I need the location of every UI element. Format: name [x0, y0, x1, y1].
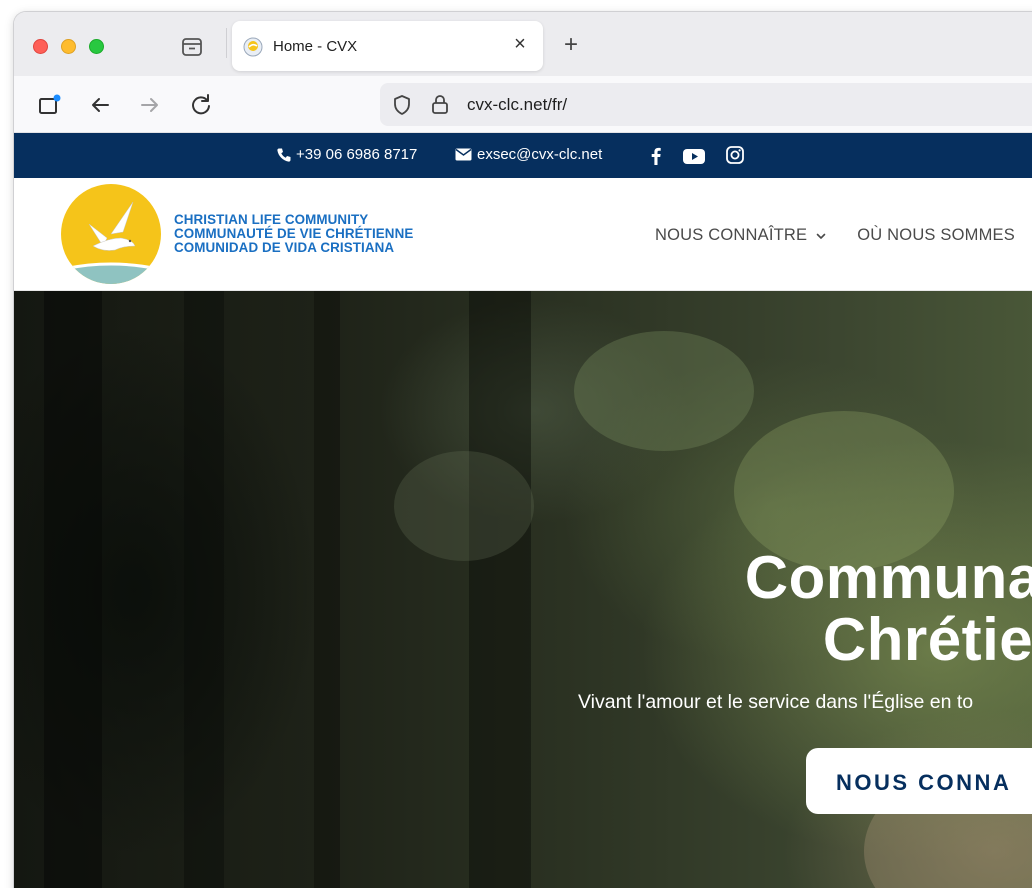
hero-title-line: Chrétie [822, 606, 1032, 673]
new-tab-button[interactable]: + [558, 32, 584, 58]
email-address: exsec@cvx-clc.net [477, 146, 603, 163]
tree-trunk [184, 291, 224, 888]
hero-title-line: Communaut [744, 544, 1032, 611]
brand-line-es: COMUNIDAD DE VIDA CRISTIANA [174, 240, 395, 255]
envelope-icon [455, 148, 472, 161]
tab-strip: Home - CVX × + [14, 12, 1032, 76]
site-contact-bar: +39 06 6986 8717 exsec@cvx-clc.net [14, 133, 1032, 178]
minimize-window-button[interactable] [61, 39, 76, 54]
hero-subtitle: Vivant l'amour et le service dans l'Égli… [578, 691, 974, 713]
email-link[interactable]: exsec@cvx-clc.net [455, 146, 602, 163]
menu-item-label: OÙ NOUS SOMMES [857, 226, 1015, 244]
sidebar-toggle-icon[interactable] [36, 91, 64, 119]
back-arrow-icon[interactable] [86, 91, 114, 119]
menu-item-nous-connaitre[interactable]: NOUS CONNAÎTRE [655, 226, 827, 245]
menu-item-label: NOUS CONNAÎTRE [655, 226, 808, 244]
tab-home[interactable]: Home - CVX × [232, 21, 543, 71]
brand-line-fr: COMMUNAUTÉ DE VIE CHRÉTIENNE [174, 226, 414, 241]
tracking-protection-shield-icon[interactable] [391, 94, 413, 116]
foliage [394, 451, 534, 561]
phone-icon [277, 148, 291, 162]
tree-trunk [469, 291, 531, 888]
hero-button-label: NOUS CONNA [836, 770, 1012, 795]
brand-name[interactable]: CHRISTIAN LIFE COMMUNITY COMMUNAUTÉ DE V… [174, 213, 413, 255]
tree-trunk [314, 291, 340, 888]
facebook-icon[interactable] [645, 145, 667, 167]
maximize-window-button[interactable] [89, 39, 104, 54]
address-bar[interactable]: cvx-clc.net/fr/ [380, 83, 1032, 126]
site-header: CHRISTIAN LIFE COMMUNITY COMMUNAUTÉ DE V… [14, 178, 1032, 291]
browser-window: Home - CVX × + cvx-clc.net/fr/ +39 06 69… [14, 12, 1032, 888]
forward-arrow-icon[interactable] [136, 91, 164, 119]
brand-line-en: CHRISTIAN LIFE COMMUNITY [174, 212, 369, 227]
menu-item-ou-nous-sommes[interactable]: OÙ NOUS SOMMES [857, 226, 1015, 245]
site-favicon-icon [243, 37, 263, 57]
reload-icon[interactable] [187, 91, 215, 119]
youtube-icon[interactable] [682, 145, 705, 167]
hero-banner: Communaut Chrétie Vivant l'amour et le s… [14, 291, 1032, 888]
nous-connaitre-button[interactable]: NOUS CONNA [806, 748, 1032, 814]
phone-link[interactable]: +39 06 6986 8717 [276, 146, 417, 163]
tab-title: Home - CVX [273, 38, 358, 55]
phone-number: +39 06 6986 8717 [296, 146, 418, 163]
foliage [574, 331, 754, 451]
instagram-icon[interactable] [725, 145, 747, 167]
close-window-button[interactable] [33, 39, 48, 54]
lock-icon[interactable] [430, 93, 450, 115]
url-text[interactable]: cvx-clc.net/fr/ [467, 95, 567, 115]
chevron-down-icon [816, 233, 826, 239]
main-menu: NOUS CONNAÎTRE OÙ NOUS SOMMES [655, 226, 1015, 245]
tab-overview-icon[interactable] [179, 34, 205, 60]
tree-trunk [44, 291, 102, 888]
navigation-bar: cvx-clc.net/fr/ [14, 76, 1032, 133]
cvx-logo[interactable] [59, 184, 163, 288]
close-tab-icon[interactable]: × [508, 32, 532, 56]
tab-divider [226, 28, 227, 58]
hero-title: Communaut Chrétie [622, 547, 1032, 671]
